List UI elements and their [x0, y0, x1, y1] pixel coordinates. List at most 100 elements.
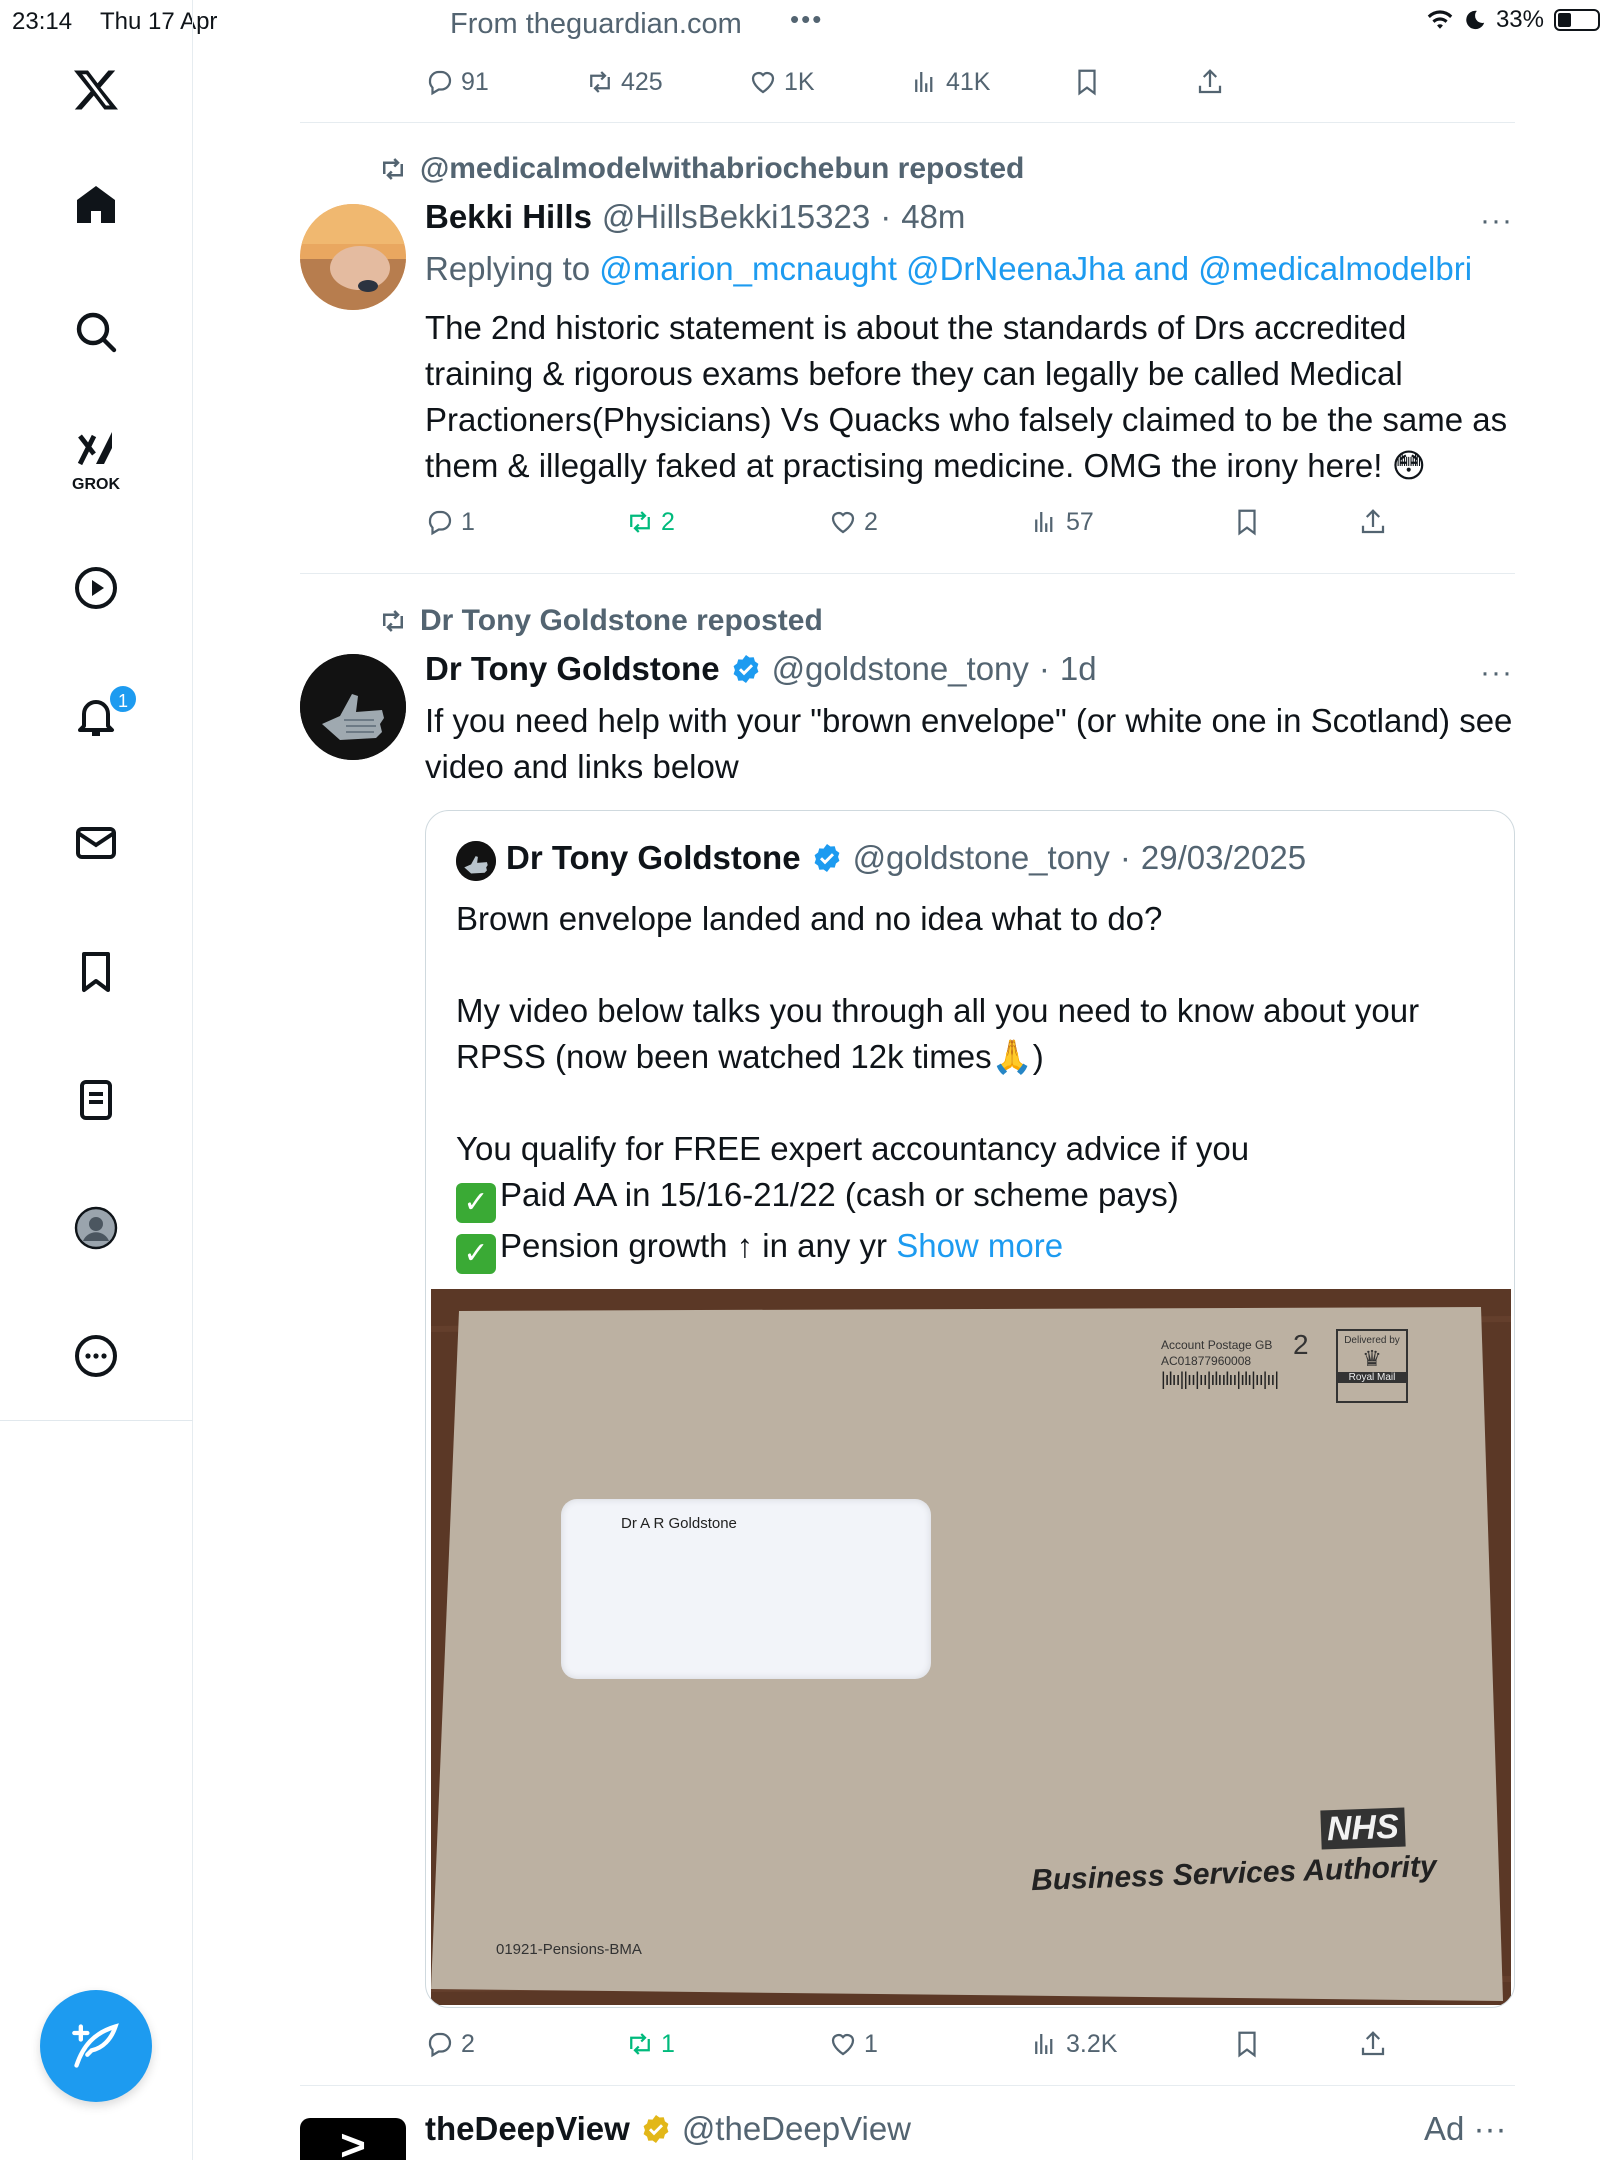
verified-badge-icon	[733, 655, 758, 683]
sidebar: GROK 1	[0, 0, 193, 2160]
avatar[interactable]	[300, 204, 406, 310]
bookmark-button[interactable]	[1072, 60, 1102, 104]
list-icon[interactable]	[66, 1070, 126, 1130]
more-options-icon[interactable]: ···	[1480, 656, 1513, 690]
check-mark-icon: ✓	[456, 1234, 496, 1274]
reply-icon	[428, 70, 452, 96]
post2-actions: 2 1 1 3.2K	[0, 2022, 1620, 2066]
reply-button[interactable]: 1	[425, 500, 475, 544]
repost-button[interactable]: 2	[625, 500, 675, 544]
sidebar-divider	[0, 1420, 193, 1421]
avatar[interactable]	[300, 654, 406, 760]
quote-author-line: Dr Tony Goldstone @goldstone_tony · 29/0…	[506, 839, 1306, 877]
post-divider	[300, 573, 1515, 574]
source-line[interactable]: From theguardian.com	[450, 8, 742, 41]
repost-context-text: Dr Tony Goldstone reposted	[420, 604, 823, 637]
like-button[interactable]: 1	[828, 2022, 878, 2066]
separator-dot: ·	[880, 198, 892, 235]
share-button[interactable]	[1358, 500, 1388, 544]
reply-icon	[428, 510, 452, 536]
views-button[interactable]: 3.2K	[1030, 2022, 1117, 2066]
post-divider	[300, 122, 1515, 123]
quote-line: Paid AA in 15/16-21/22 (cash or scheme p…	[500, 1176, 1179, 1213]
more-options-icon[interactable]: ···	[1474, 2110, 1507, 2147]
like-button[interactable]: 1K	[748, 60, 815, 104]
author-handle[interactable]: @HillsBekki15323	[602, 198, 870, 236]
mail-icon[interactable]	[66, 813, 126, 873]
bookmark-button[interactable]	[1232, 500, 1262, 544]
play-icon[interactable]	[66, 558, 126, 618]
repost-button[interactable]: 425	[585, 60, 663, 104]
post-time[interactable]: 48m	[901, 198, 965, 236]
post1-actions: 1 2 2 57	[0, 500, 1620, 544]
ad-author-handle[interactable]: @theDeepView	[682, 2110, 911, 2148]
multitask-dots[interactable]: •••	[790, 4, 823, 35]
grok-icon[interactable]	[66, 420, 126, 480]
quote-line: You qualify for FREE expert accountancy …	[456, 1130, 1250, 1167]
views-icon	[1035, 2034, 1053, 2054]
author-handle[interactable]: @goldstone_tony	[772, 650, 1029, 688]
reply-button[interactable]: 2	[425, 2022, 475, 2066]
battery-percent: 33%	[1495, 6, 1544, 33]
quote-line: Pension growth ↑ in any yr	[500, 1227, 888, 1264]
heart-icon	[831, 2033, 855, 2056]
bookmark-button[interactable]	[1232, 2022, 1262, 2066]
author-line: Dr Tony Goldstone @goldstone_tony · 1d	[425, 650, 1097, 688]
bookmark-icon	[1238, 2031, 1256, 2058]
repost-context[interactable]: Dr Tony Goldstone reposted	[378, 604, 823, 638]
like-button[interactable]: 2	[828, 500, 878, 544]
views-icon	[915, 72, 933, 92]
home-icon[interactable]	[66, 175, 126, 235]
show-more-link[interactable]: Show more	[896, 1227, 1063, 1264]
crown-icon: ♛	[1362, 1346, 1382, 1371]
quote-check-line: ✓ Pension growth ↑ in any yr Show more	[456, 1223, 1496, 1274]
wifi-icon	[1427, 10, 1453, 29]
bookmark-icon	[1238, 509, 1256, 536]
postage-code: AC01877960008	[1161, 1354, 1252, 1368]
views-button[interactable]: 41K	[910, 60, 990, 104]
royal-mail-mark: Delivered by ♛ Royal Mail	[1336, 1329, 1408, 1403]
reply-button[interactable]: 91	[425, 60, 489, 104]
post-text: If you need help with your "brown envelo…	[425, 702, 1513, 785]
gold-verified-badge-icon	[643, 2115, 669, 2143]
envelope-image[interactable]: Dr A R Goldstone Account Postage GB AC01…	[431, 1289, 1511, 2005]
quote-avatar	[456, 841, 496, 881]
repost-icon	[590, 71, 610, 93]
quote-card[interactable]: Dr Tony Goldstone @goldstone_tony · 29/0…	[425, 810, 1515, 2008]
reply-count: 1	[461, 507, 475, 536]
post-time[interactable]: 1d	[1060, 650, 1097, 688]
delivered-by: Delivered by	[1344, 1335, 1400, 1346]
repost-icon	[630, 511, 650, 533]
quote-blank	[456, 1080, 1496, 1126]
profile-icon[interactable]	[66, 1198, 126, 1258]
envelope-window: Dr A R Goldstone	[561, 1499, 931, 1679]
check-mark-icon: ✓	[456, 1183, 496, 1223]
repost-icon	[630, 2033, 650, 2055]
ad-author-name[interactable]: theDeepView	[425, 2110, 630, 2148]
more-circle-icon[interactable]	[66, 1326, 126, 1386]
separator-dot: ·	[1038, 650, 1050, 687]
reply-icon	[428, 2032, 452, 2058]
views-button[interactable]: 57	[1030, 500, 1094, 544]
views-icon	[1035, 512, 1053, 532]
share-button[interactable]	[1358, 2022, 1388, 2066]
grok-label: GROK	[72, 476, 120, 493]
quote-author-name: Dr Tony Goldstone	[506, 839, 801, 876]
postage-mark: Account Postage GB AC01877960008	[1161, 1337, 1272, 1369]
postage-class: 2	[1293, 1329, 1309, 1360]
ad-avatar[interactable]: >	[300, 2118, 406, 2160]
repost-button[interactable]: 1	[625, 2022, 675, 2066]
author-name[interactable]: Dr Tony Goldstone	[425, 650, 720, 688]
author-name[interactable]: Bekki Hills	[425, 198, 592, 236]
replying-prefix: Replying to	[425, 250, 591, 287]
bookmark-icon[interactable]	[66, 942, 126, 1002]
search-icon[interactable]	[66, 302, 126, 362]
repost-count: 2	[661, 507, 675, 536]
battery-icon	[1554, 9, 1600, 31]
replying-to-handles[interactable]: @marion_mcnaught @DrNeenaJha and @medica…	[599, 250, 1472, 287]
share-button[interactable]	[1195, 60, 1225, 104]
repost-context[interactable]: @medicalmodelwithabriochebun reposted	[378, 152, 1024, 186]
more-options-icon[interactable]: ···	[1480, 204, 1513, 238]
notification-badge: 1	[108, 684, 138, 714]
status-bar: 23:14 Thu 17 Apr ••• 33%	[0, 0, 1620, 42]
